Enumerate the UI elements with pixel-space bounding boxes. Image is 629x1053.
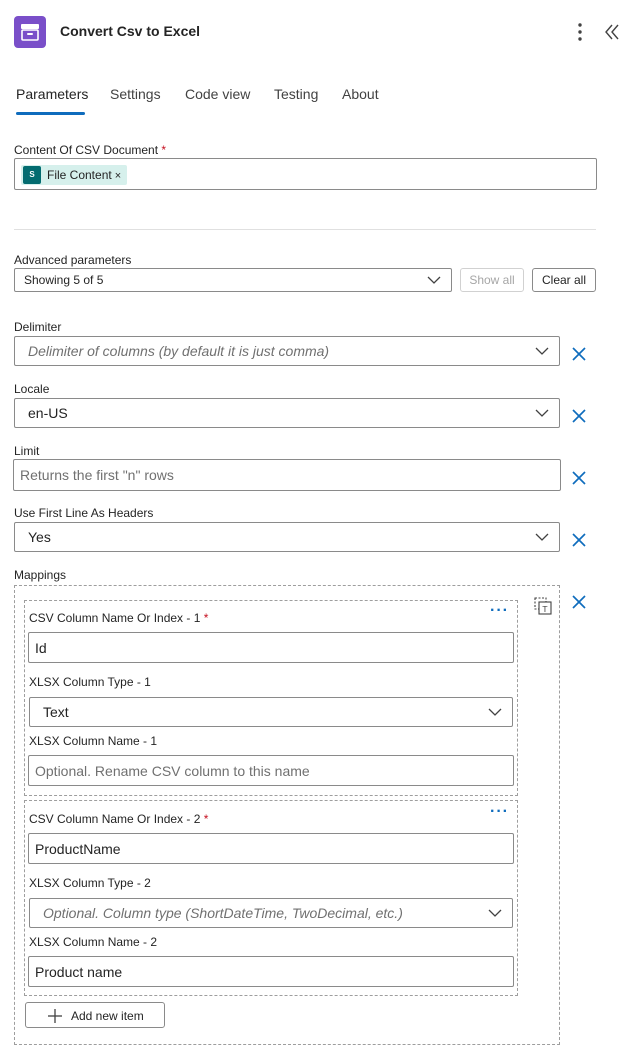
item-1-name-value: Id — [35, 639, 47, 656]
required-mark: * — [203, 611, 209, 625]
item-2-name-label: CSV Column Name Or Index - 2 * — [29, 812, 209, 826]
locale-dropdown[interactable]: en-US — [14, 398, 560, 428]
item-1-rename-input[interactable]: Optional. Rename CSV column to this name — [28, 755, 514, 786]
item-1-rename-placeholder: Optional. Rename CSV column to this name — [35, 762, 310, 779]
item-1-name-input[interactable]: Id — [28, 632, 514, 663]
add-new-item-label: Add new item — [71, 1009, 144, 1023]
required-mark: * — [203, 812, 209, 826]
required-mark: * — [161, 143, 167, 157]
more-options-icon[interactable] — [571, 21, 589, 43]
show-all-button[interactable]: Show all — [460, 268, 524, 292]
delimiter-dropdown[interactable]: Delimiter of columns (by default it is j… — [14, 336, 560, 366]
limit-placeholder: Returns the first "n" rows — [20, 467, 174, 483]
advanced-params-value: Showing 5 of 5 — [24, 273, 104, 287]
clear-all-button[interactable]: Clear all — [532, 268, 596, 292]
chevron-down-icon — [535, 533, 549, 541]
item-1-name-label: CSV Column Name Or Index - 1 * — [29, 611, 209, 625]
item-1-type-dropdown[interactable]: Text — [29, 697, 513, 727]
remove-delimiter-icon[interactable] — [571, 346, 587, 362]
item-2-type-dropdown[interactable]: Optional. Column type (ShortDateTime, Tw… — [29, 898, 513, 928]
limit-label: Limit — [14, 444, 40, 458]
chevron-down-icon — [427, 276, 441, 284]
content-csv-label: Content Of CSV Document * — [14, 143, 167, 157]
svg-text:T: T — [542, 605, 548, 614]
headers-label: Use First Line As Headers — [14, 506, 154, 520]
mappings-label: Mappings — [14, 568, 67, 582]
remove-token-icon[interactable]: × — [115, 170, 121, 182]
collapse-panel-icon[interactable] — [602, 22, 622, 42]
sharepoint-icon: S — [23, 166, 41, 184]
item-2-more-icon[interactable]: ··· — [490, 804, 509, 820]
section-divider — [14, 229, 596, 230]
locale-label: Locale — [14, 382, 50, 396]
file-content-token[interactable]: S File Content × — [21, 165, 128, 185]
headers-dropdown[interactable]: Yes — [14, 522, 560, 552]
item-2-name-input[interactable]: ProductName — [28, 833, 514, 864]
tab-code-view[interactable]: Code view — [185, 86, 250, 102]
remove-headers-icon[interactable] — [571, 532, 587, 548]
archive-box-icon — [14, 16, 46, 48]
tab-settings[interactable]: Settings — [110, 86, 161, 102]
item-2-rename-value: Product name — [35, 963, 123, 980]
chevron-down-icon — [535, 347, 549, 355]
remove-mappings-icon[interactable] — [571, 594, 587, 610]
chevron-down-icon — [535, 409, 549, 417]
headers-value: Yes — [28, 529, 51, 545]
chevron-down-icon — [488, 708, 502, 716]
delimiter-placeholder: Delimiter of columns (by default it is j… — [28, 343, 330, 359]
item-1-more-icon[interactable]: ··· — [490, 603, 509, 619]
item-2-rename-label: XLSX Column Name - 2 — [29, 935, 158, 949]
advanced-params-dropdown[interactable]: Showing 5 of 5 — [14, 268, 452, 292]
item-2-rename-input[interactable]: Product name — [28, 956, 514, 987]
token-label: File Content — [47, 168, 112, 182]
limit-input[interactable]: Returns the first "n" rows — [13, 459, 561, 491]
active-tab-indicator — [16, 112, 85, 115]
content-csv-input[interactable]: S File Content × — [14, 158, 597, 190]
tab-parameters[interactable]: Parameters — [16, 86, 88, 102]
remove-locale-icon[interactable] — [571, 408, 587, 424]
header: Convert Csv to Excel — [0, 0, 629, 64]
item-2-type-placeholder: Optional. Column type (ShortDateTime, Tw… — [43, 905, 403, 921]
page-title: Convert Csv to Excel — [60, 23, 201, 39]
item-2-name-value: ProductName — [35, 840, 121, 857]
item-1-type-value: Text — [43, 704, 69, 720]
plus-icon — [48, 1009, 62, 1023]
add-new-item-button[interactable]: Add new item — [25, 1002, 165, 1028]
delimiter-label: Delimiter — [14, 320, 62, 334]
locale-value: en-US — [28, 405, 68, 421]
remove-limit-icon[interactable] — [571, 470, 587, 486]
switch-to-text-mode-icon[interactable]: T — [534, 597, 552, 615]
item-2-type-label: XLSX Column Type - 2 — [29, 876, 151, 890]
chevron-down-icon — [488, 909, 502, 917]
item-1-rename-label: XLSX Column Name - 1 — [29, 734, 158, 748]
item-1-type-label: XLSX Column Type - 1 — [29, 675, 151, 689]
tab-testing[interactable]: Testing — [274, 86, 318, 102]
tab-about[interactable]: About — [342, 86, 379, 102]
advanced-params-label: Advanced parameters — [14, 253, 132, 267]
